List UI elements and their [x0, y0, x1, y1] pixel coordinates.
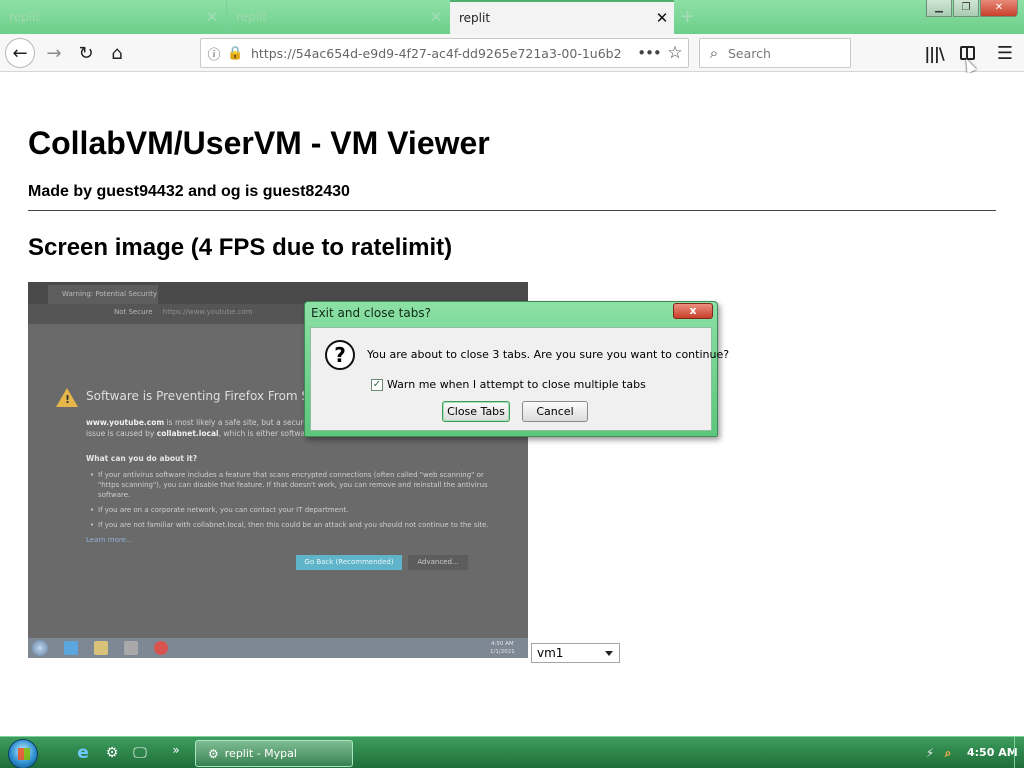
vm-browser-tab: Warning: Potential Security Ri...	[48, 285, 158, 304]
browser-tab-strip: replit ✕ replit ✕ replit ✕ + ▁ ❐ ✕	[0, 0, 1024, 34]
warn-checkbox-label[interactable]: Warn me when I attempt to close multiple…	[387, 378, 646, 391]
url-bar[interactable]: ⓘ 🔒 https://54ac654d-e9d9-4f27-ac4f-dd92…	[200, 38, 689, 68]
list-item: If you are not familiar with collabnet.l…	[90, 520, 498, 530]
taskbar-clock[interactable]: 4:50 AM	[967, 746, 1018, 759]
vm-start-icon	[32, 640, 48, 656]
vm-para-text-3: , which is either software	[218, 429, 313, 438]
network-icon[interactable]: ⚡	[923, 746, 937, 760]
window-controls: ▁ ❐ ✕	[926, 0, 1018, 17]
warning-icon	[56, 388, 78, 407]
taskbar-window-button[interactable]: ⚙ replit - Mypal	[195, 740, 353, 767]
vm-advanced-button: Advanced...	[408, 555, 468, 570]
library-icon[interactable]: |||\	[922, 41, 946, 65]
page-subtitle: Made by guest94432 and og is guest82430	[28, 183, 350, 200]
new-tab-button[interactable]: +	[680, 6, 695, 27]
reload-button[interactable]: ↻	[72, 39, 100, 67]
search-placeholder: Search	[728, 45, 771, 61]
monitor-icon[interactable]: 🖵	[131, 744, 149, 762]
warn-checkbox[interactable]: ✓	[371, 378, 383, 391]
vm-url-host: https://www.youtube.com	[162, 308, 253, 316]
search-input[interactable]: ⌕ Search	[699, 38, 851, 68]
question-icon: ?	[325, 340, 355, 370]
minimize-button[interactable]: ▁	[926, 0, 952, 17]
restore-button[interactable]: ❐	[953, 0, 979, 17]
vm-clock-date: 1/1/2021	[490, 649, 515, 655]
search-icon[interactable]: ⌕	[941, 746, 955, 760]
navigation-toolbar: ← → ↻ ⌂ ⓘ 🔒 https://54ac654d-e9d9-4f27-a…	[0, 34, 1024, 72]
vm-go-back-button: Go Back (Recommended)	[296, 555, 402, 570]
windows-taskbar: e ⚙ 🖵 » ⚙ replit - Mypal ⚡ ⌕ 4:50 AM	[0, 736, 1024, 768]
taskbar-window-label: replit - Mypal	[224, 747, 297, 760]
vm-taskbar: 4:50 AM 1/1/2021	[28, 638, 528, 658]
windows-start-icon[interactable]	[8, 739, 38, 768]
more-dots-icon[interactable]: •••	[636, 44, 662, 62]
vm-warning-heading: Software is Preventing Firefox From Safe…	[86, 389, 332, 403]
vm-para-host-2: collabnet.local	[156, 429, 219, 438]
forward-button[interactable]: →	[40, 39, 68, 67]
section-title: Screen image (4 FPS due to ratelimit)	[28, 234, 453, 261]
vm-clock: 4:50 AM 1/1/2021	[490, 640, 515, 656]
vm-media-icon	[124, 641, 138, 655]
arrow-right-icon: →	[46, 42, 62, 64]
quick-launch-more-icon[interactable]: »	[167, 741, 185, 759]
tab-close-icon[interactable]: ✕	[200, 8, 224, 26]
warn-row: ✓ Warn me when I attempt to close multip…	[371, 378, 646, 391]
app-icon: ⚙	[208, 746, 219, 761]
dialog-body: ? You are about to close 3 tabs. Are you…	[310, 327, 729, 431]
vm-para-text-1: is most likely a safe site, but a secure…	[164, 418, 315, 427]
list-item: If your antivirus software includes a fe…	[90, 470, 498, 500]
cancel-button[interactable]: Cancel	[522, 401, 588, 422]
browser-tab-3-active[interactable]: replit ✕	[450, 0, 674, 34]
tab-title: replit	[9, 10, 41, 24]
page-content: CollabVM/UserVM - VM Viewer Made by gues…	[0, 73, 1024, 736]
url-text[interactable]: https://54ac654d-e9d9-4f27-ac4f-dd9265e7…	[243, 46, 636, 61]
show-desktop-button[interactable]	[1014, 737, 1024, 768]
tab-close-icon[interactable]: ✕	[424, 8, 448, 26]
settings-icon[interactable]: ⚙	[103, 744, 121, 762]
vm-subhead: What can you do about it?	[86, 454, 198, 463]
vm-select[interactable]: vm1	[531, 643, 620, 663]
arrow-left-icon: ←	[12, 42, 28, 64]
vm-not-secure: Not Secure	[114, 308, 153, 316]
divider	[28, 210, 996, 211]
dialog-title: Exit and close tabs?	[311, 306, 431, 320]
vm-browser-icon	[154, 641, 168, 655]
search-icon: ⌕	[709, 44, 719, 62]
reload-icon: ↻	[78, 42, 94, 64]
back-button[interactable]: ←	[5, 38, 35, 68]
vm-learn-more-link: Learn more...	[86, 536, 133, 544]
vm-select-value: vm1	[537, 646, 564, 660]
browser-tab-2[interactable]: replit ✕	[226, 0, 448, 34]
exit-close-tabs-dialog: Exit and close tabs? x ? You are about t…	[304, 301, 729, 437]
page-title: CollabVM/UserVM - VM Viewer	[28, 125, 490, 161]
vm-clock-time: 4:50 AM	[491, 641, 514, 647]
info-icon[interactable]: ⓘ	[201, 44, 227, 63]
tab-close-icon[interactable]: ✕	[650, 9, 674, 27]
window-close-button[interactable]: ✕	[980, 0, 1018, 17]
internet-explorer-icon[interactable]: e	[74, 743, 92, 763]
vm-para-host: www.youtube.com	[86, 418, 165, 427]
chevron-down-icon	[605, 650, 613, 656]
lock-icon: 🔒	[227, 45, 244, 61]
vm-bullet-list: If your antivirus software includes a fe…	[90, 470, 498, 535]
dialog-close-icon[interactable]: x	[673, 303, 713, 319]
tab-title: replit	[459, 11, 491, 25]
home-button[interactable]: ⌂	[103, 39, 131, 67]
hamburger-menu-icon[interactable]: ☰	[993, 41, 1017, 65]
list-item: If you are on a corporate network, you c…	[90, 505, 498, 515]
home-icon: ⌂	[111, 42, 123, 64]
browser-tab-1[interactable]: replit ✕	[0, 0, 224, 34]
vm-folder-icon	[94, 641, 108, 655]
dialog-message: You are about to close 3 tabs. Are you s…	[367, 348, 730, 361]
close-tabs-button[interactable]: Close Tabs	[442, 401, 510, 422]
vm-ie-icon	[64, 641, 78, 655]
star-icon[interactable]: ☆	[662, 43, 688, 63]
vm-para-text-2: issue is caused by	[86, 429, 157, 438]
vm-url: Not Secure https://www.youtube.com	[114, 308, 253, 316]
tab-title: replit	[236, 10, 268, 24]
